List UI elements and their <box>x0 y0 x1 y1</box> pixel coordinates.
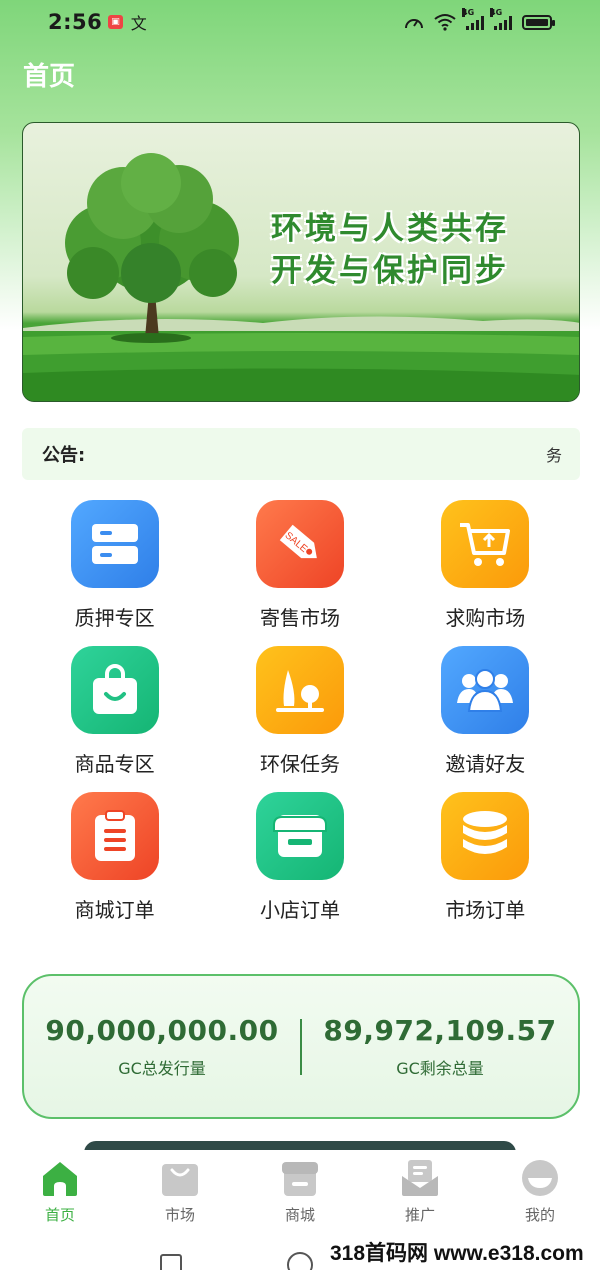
tab-promotion[interactable]: 推广 <box>360 1150 480 1234</box>
remaining-value: 89,972,109.57 <box>323 1014 557 1047</box>
shop-icon <box>255 792 344 880</box>
tab-label: 商城 <box>284 1206 315 1224</box>
status-bar: 2:56 ▣ 文 4G 4G <box>0 0 600 44</box>
notification-badge-icon: ▣ <box>108 15 123 29</box>
menu-label: 商城订单 <box>74 898 155 922</box>
total-issued-stat: 90,000,000.00 GC总发行量 <box>24 1014 300 1079</box>
menu-mall-orders[interactable]: 商城订单 <box>22 792 207 922</box>
cart-upload-icon <box>441 500 530 588</box>
remaining-label: GC剩余总量 <box>396 1059 484 1078</box>
home-nav-icon[interactable] <box>287 1252 313 1270</box>
tab-label: 市场 <box>164 1206 195 1224</box>
network-type-label: 4G <box>462 8 475 17</box>
menu-invite-friends[interactable]: 邀请好友 <box>393 646 578 776</box>
menu-label: 环保任务 <box>259 752 340 776</box>
menu-eco-tasks[interactable]: 环保任务 <box>207 646 392 776</box>
tab-profile[interactable]: 我的 <box>480 1150 600 1234</box>
banner-slogan-line-1: 环境与人类共存 <box>271 211 509 247</box>
coins-icon <box>441 792 530 880</box>
total-issued-value: 90,000,000.00 <box>45 1014 279 1047</box>
menu-purchase-market[interactable]: 求购市场 <box>393 500 578 630</box>
gc-stats-card: 90,000,000.00 GC总发行量 89,972,109.57 GC剩余总… <box>22 974 580 1119</box>
menu-market-orders[interactable]: 市场订单 <box>393 792 578 922</box>
menu-label: 市场订单 <box>445 898 526 922</box>
watermark: 318首码网 www.e318.com <box>324 1238 590 1266</box>
menu-label: 商品专区 <box>74 752 155 776</box>
announcement-bar[interactable]: 公告: 务 <box>22 428 580 480</box>
tab-mall[interactable]: 商城 <box>240 1150 360 1234</box>
total-issued-label: GC总发行量 <box>118 1059 206 1078</box>
wifi-icon <box>434 14 456 31</box>
menu-pledge-zone[interactable]: 质押专区 <box>22 500 207 630</box>
page-title: 首页 <box>23 62 76 92</box>
menu-label: 邀请好友 <box>445 752 526 776</box>
storage-icon <box>70 500 159 588</box>
recent-apps-icon[interactable] <box>160 1254 182 1270</box>
tree-icon <box>255 646 344 734</box>
store-icon <box>280 1158 320 1198</box>
network-type-label: 4G <box>490 8 503 17</box>
menu-shop-orders[interactable]: 小店订单 <box>207 792 392 922</box>
menu-label: 小店订单 <box>259 898 340 922</box>
status-time: 2:56 <box>48 10 103 34</box>
announcement-label: 公告: <box>42 445 86 466</box>
menu-consignment-market[interactable]: SALE 寄售市场 <box>207 500 392 630</box>
banner-carousel[interactable]: 环境与人类共存 开发与保护同步 <box>22 122 580 402</box>
tab-home[interactable]: 首页 <box>0 1150 120 1234</box>
speed-meter-icon <box>405 19 423 29</box>
menu-goods-zone[interactable]: 商品专区 <box>22 646 207 776</box>
remaining-stat: 89,972,109.57 GC剩余总量 <box>302 1014 578 1079</box>
bag-icon <box>160 1158 200 1198</box>
home-icon <box>40 1158 80 1198</box>
tab-market[interactable]: 市场 <box>120 1150 240 1234</box>
function-grid: 质押专区 SALE 寄售市场 求购市场 商品专区 环保任务 邀请好友 商城订单 … <box>22 500 578 922</box>
tab-label: 首页 <box>44 1206 75 1224</box>
announcement-scroll-text: 务 <box>545 446 562 465</box>
signal-icon: 4G <box>490 8 512 30</box>
profile-icon <box>520 1158 560 1198</box>
bottom-tab-bar: 首页 市场 商城 推广 我的 <box>0 1150 600 1234</box>
shopping-bag-icon <box>70 646 159 734</box>
menu-label: 寄售市场 <box>259 606 340 630</box>
tab-label: 我的 <box>524 1206 555 1224</box>
mail-icon <box>400 1158 440 1198</box>
clipboard-icon <box>70 792 159 880</box>
menu-label: 求购市场 <box>445 606 526 630</box>
signal-icon: 4G <box>462 8 484 30</box>
banner-slogan-line-2: 开发与保护同步 <box>271 253 509 289</box>
menu-label: 质押专区 <box>74 606 155 630</box>
tab-label: 推广 <box>404 1206 435 1224</box>
app-notification-icon: 文 <box>130 14 147 33</box>
sale-tag-icon: SALE <box>255 500 344 588</box>
battery-icon <box>522 14 555 30</box>
users-icon <box>441 646 530 734</box>
